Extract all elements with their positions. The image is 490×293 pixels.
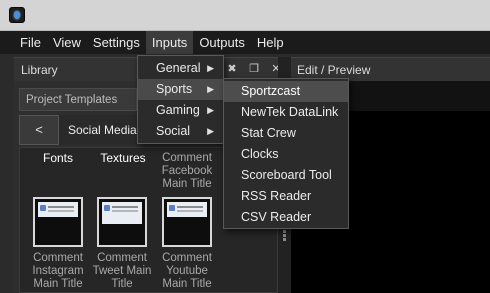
thumbnail-preview-image	[38, 202, 78, 217]
template-fonts-label: Fonts	[42, 151, 73, 165]
caption-line: Instagram	[32, 265, 84, 277]
caption-line: Main Title	[33, 278, 83, 290]
thumbnail-instagram[interactable]	[33, 197, 83, 247]
caption-line: Facebook	[161, 165, 213, 177]
library-title: Library	[21, 63, 58, 77]
caption-line: Main Title	[162, 278, 212, 290]
caption-line: Comment	[97, 252, 147, 264]
window-title-bar[interactable]	[0, 0, 490, 31]
menu-item-scoreboard-tool[interactable]: Scoreboard Tool	[224, 165, 348, 186]
back-button[interactable]: <	[19, 115, 59, 145]
inputs-dropdown-menu: General ▶ Sports ▶ Gaming ▶ Social ▶	[137, 55, 224, 144]
menu-settings[interactable]: Settings	[87, 31, 146, 54]
pin-icon[interactable]: ✖	[224, 61, 240, 77]
current-folder-label: Social Media	[68, 123, 137, 137]
menu-item-sportzcast[interactable]: Sportzcast	[224, 81, 348, 102]
template-fonts[interactable]: Fonts	[33, 152, 83, 165]
menu-item-general-label: General	[156, 61, 201, 75]
menu-item-newtek-datalink[interactable]: NewTek DataLink	[224, 102, 348, 123]
sports-submenu: Sportzcast NewTek DataLink Stat Crew Clo…	[223, 78, 349, 229]
menu-item-social-label: Social	[156, 124, 191, 138]
submenu-arrow-icon: ▶	[207, 84, 214, 94]
caption-line: Main Title	[162, 178, 212, 190]
tab-project-templates-label: Project Templates	[26, 94, 118, 106]
template-comment-instagram[interactable]: Comment Instagram Main Title	[28, 252, 88, 291]
menu-item-rss-reader[interactable]: RSS Reader	[224, 186, 348, 207]
caption-line: Title	[111, 278, 133, 290]
edit-preview-title: Edit / Preview	[297, 63, 371, 77]
template-textures[interactable]: Textures	[95, 152, 151, 165]
menu-item-stat-crew[interactable]: Stat Crew	[224, 123, 348, 144]
submenu-arrow-icon: ▶	[207, 63, 214, 73]
menu-item-general[interactable]: General ▶	[138, 58, 223, 79]
menu-inputs[interactable]: Inputs	[145, 31, 194, 54]
menu-item-gaming[interactable]: Gaming ▶	[138, 100, 223, 121]
menu-item-sports[interactable]: Sports ▶	[138, 79, 223, 100]
menu-item-social[interactable]: Social ▶	[138, 121, 223, 142]
splitter-grip-icon[interactable]	[283, 230, 286, 242]
menu-item-sports-label: Sports	[156, 82, 193, 96]
template-comment-youtube[interactable]: Comment Youtube Main Title	[157, 252, 217, 291]
template-textures-label: Textures	[100, 151, 146, 165]
app-logo-icon	[9, 7, 25, 23]
thumbnail-youtube[interactable]	[162, 197, 212, 247]
thumbnail-preview-image	[102, 202, 142, 224]
submenu-arrow-icon: ▶	[207, 105, 214, 115]
caption-line: Comment	[162, 252, 212, 264]
menu-outputs[interactable]: Outputs	[193, 31, 251, 54]
submenu-arrow-icon: ▶	[207, 126, 214, 136]
caption-line: Comment	[162, 152, 212, 164]
menu-file[interactable]: File	[14, 31, 47, 54]
menu-help[interactable]: Help	[251, 31, 290, 54]
thumbnail-preview-image	[167, 202, 207, 217]
library-panel-buttons: ✖ ❐ ✕	[224, 61, 284, 77]
caption-line: Youtube	[166, 265, 208, 277]
menu-view[interactable]: View	[47, 31, 87, 54]
menu-item-gaming-label: Gaming	[156, 103, 200, 117]
template-comment-facebook[interactable]: Comment Facebook Main Title	[158, 152, 216, 191]
float-window-icon[interactable]: ❐	[246, 61, 262, 77]
menu-item-csv-reader[interactable]: CSV Reader	[224, 207, 348, 228]
tab-project-templates[interactable]: Project Templates	[19, 88, 137, 111]
menu-item-clocks[interactable]: Clocks	[224, 144, 348, 165]
thumbnail-tweet[interactable]	[97, 197, 147, 247]
template-comment-tweet[interactable]: Comment Tweet Main Title	[92, 252, 152, 291]
caption-line: Comment	[33, 252, 83, 264]
menu-bar: File View Settings Inputs Outputs Help	[0, 31, 490, 54]
caption-line: Tweet Main	[92, 265, 152, 277]
